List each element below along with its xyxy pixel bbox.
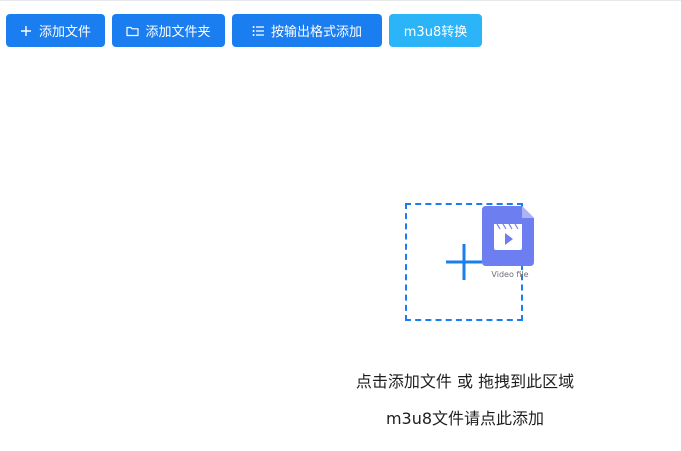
add-by-format-label: 按输出格式添加 <box>270 25 362 40</box>
m3u8-convert-button[interactable]: m3u8转换 <box>389 14 482 47</box>
m3u8-convert-label: m3u8转换 <box>403 25 468 40</box>
list-icon <box>252 24 265 37</box>
add-folder-button[interactable]: 添加文件夹 <box>112 14 225 47</box>
app-window: 添加文件 添加文件夹 按输出格式添加 m3u8转换 Video file 点击添… <box>0 0 681 451</box>
toolbar: 添加文件 添加文件夹 按输出格式添加 m3u8转换 <box>6 14 482 47</box>
add-by-format-button[interactable]: 按输出格式添加 <box>232 14 382 47</box>
add-file-label: 添加文件 <box>38 25 91 40</box>
plus-icon <box>20 24 33 37</box>
file-drop-zone[interactable]: Video file 点击添加文件 或 拖拽到此区域 m3u8文件请点此添加 <box>300 196 630 436</box>
video-file-caption: Video file <box>491 270 529 279</box>
folder-icon <box>126 24 140 37</box>
add-file-button[interactable]: 添加文件 <box>6 14 105 47</box>
m3u8-add-hint[interactable]: m3u8文件请点此添加 <box>300 405 630 429</box>
plus-icon <box>446 244 482 280</box>
drop-zone-hint[interactable]: 点击添加文件 或 拖拽到此区域 <box>300 368 630 392</box>
add-folder-label: 添加文件夹 <box>145 25 211 40</box>
